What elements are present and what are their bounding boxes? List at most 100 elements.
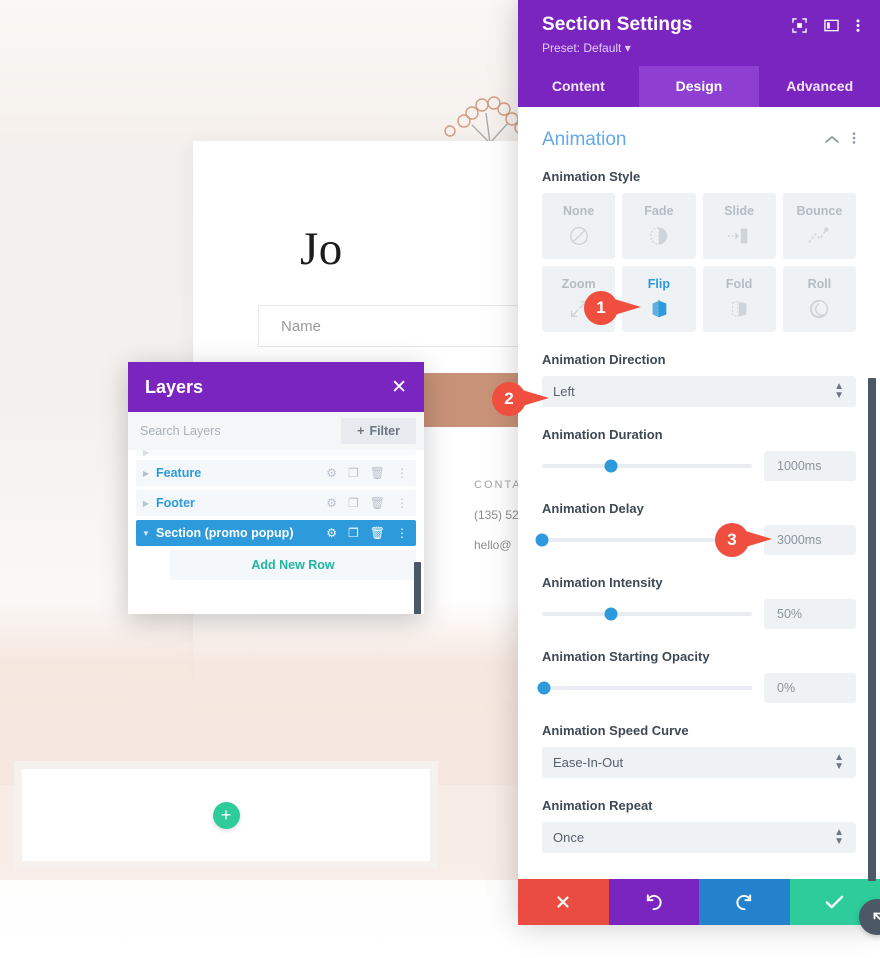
layer-row[interactable]: ▶ Feature ⚙ ❐ 🗑 ⋮ [136,460,416,486]
chevron-updown-icon: ▲ ▼ [834,827,844,847]
flip-icon [648,296,670,322]
section-title: Animation [542,129,627,150]
chevron-updown-icon: ▲ ▼ [834,381,844,401]
more-vertical-icon[interactable]: ⋮ [396,496,408,510]
filter-button[interactable]: + Filter [341,418,416,444]
layer-row-label: Feature [156,466,202,480]
animation-intensity-value[interactable]: 50% [764,599,856,629]
animation-speed-curve-value: Ease-In-Out [553,755,624,770]
fade-icon [648,223,670,249]
trash-icon[interactable]: 🗑 [370,496,385,510]
plus-icon[interactable]: + [212,801,240,829]
tab-design[interactable]: Design [638,66,760,107]
gear-icon[interactable]: ⚙ [326,466,337,480]
animation-intensity-row: 50% [542,599,856,629]
chevron-right-icon[interactable]: ▶ [136,469,156,478]
slide-icon [727,223,751,249]
close-icon[interactable]: ✕ [391,378,407,397]
slider-knob[interactable] [535,533,549,547]
search-input[interactable]: Search Layers [140,424,221,438]
animation-style-slide[interactable]: Slide [702,193,776,259]
layer-row-label: Section (promo popup) [156,526,294,540]
callout-number: 2 [492,382,526,416]
gear-icon[interactable]: ⚙ [326,526,337,540]
chevron-right-icon: ▶ [142,450,150,456]
chevron-up-icon[interactable] [825,131,839,149]
layers-panel-title: Layers [145,376,204,397]
chevron-down-icon[interactable]: ▼ [136,529,156,538]
layers-list: ▶ ▶ Feature ⚙ ❐ 🗑 ⋮ ▶ Footer ⚙ ❐ 🗑 ⋮ ▼ S… [128,450,424,614]
animation-direction-value: Left [553,384,575,399]
more-vertical-icon[interactable] [856,18,860,38]
animation-style-fold[interactable]: Fold [702,266,776,332]
animation-direction-select[interactable]: Left ▲ ▼ [542,376,856,407]
animation-speed-curve-select[interactable]: Ease-In-Out ▲ ▼ [542,747,856,778]
animation-style-label: Animation Style [542,169,641,184]
animation-repeat-label: Animation Repeat [542,798,653,813]
trash-icon[interactable]: 🗑 [370,466,385,480]
layer-row-selected[interactable]: ▼ Section (promo popup) ⚙ ❐ 🗑 ⋮ [136,520,416,546]
layers-panel-header: Layers ✕ [128,362,424,412]
animation-section-header: Animation [542,129,856,151]
layout-panel-icon[interactable] [824,18,839,38]
animation-style-fade[interactable]: Fade [622,193,696,259]
animation-starting-opacity-label: Animation Starting Opacity [542,649,710,664]
empty-row-placeholder[interactable]: + [14,761,438,869]
filter-button-label: Filter [369,424,400,438]
preset-label: Preset: Default [542,41,622,55]
layers-scrollbar[interactable] [414,562,421,614]
chevron-right-icon[interactable]: ▶ [136,499,156,508]
animation-repeat-select[interactable]: Once ▲ ▼ [542,822,856,853]
layer-row-partial: ▶ [136,450,416,456]
animation-duration-slider[interactable] [542,459,752,473]
tab-advanced[interactable]: Advanced [759,66,880,107]
cancel-button[interactable] [518,879,609,925]
duplicate-icon[interactable]: ❐ [348,526,359,540]
roll-icon [808,296,830,322]
settings-tabs: Content Design Advanced [518,66,880,107]
undo-button[interactable] [608,879,699,925]
settings-scrollbar[interactable] [868,378,876,881]
callout-3: 3 [715,523,773,557]
animation-delay-value[interactable]: 3000ms [764,525,856,555]
animation-style-none[interactable]: None [542,193,616,259]
name-input-placeholder: Name [281,317,322,335]
slider-knob[interactable] [604,459,618,473]
chevron-updown-icon: ▲ ▼ [834,752,844,772]
layers-search-bar: Search Layers + Filter [128,412,424,450]
layer-row[interactable]: ▶ Footer ⚙ ❐ 🗑 ⋮ [136,490,416,516]
animation-starting-opacity-slider[interactable] [537,681,752,695]
animation-starting-opacity-row: 0% [537,673,856,703]
more-vertical-icon[interactable] [852,131,856,150]
add-new-row-label: Add New Row [251,558,335,572]
redo-button[interactable] [699,879,790,925]
gear-icon[interactable]: ⚙ [326,496,337,510]
callout-1: 1 [584,291,642,325]
animation-style-roll[interactable]: Roll [782,266,856,332]
animation-style-bounce[interactable]: Bounce [782,193,856,259]
callout-2: 2 [492,382,550,416]
fold-icon [728,296,750,322]
duplicate-icon[interactable]: ❐ [348,496,359,510]
preset-selector[interactable]: Preset: Default ▾ [542,41,860,55]
layer-row-label: Footer [156,496,195,510]
tab-content[interactable]: Content [518,66,639,107]
slider-knob[interactable] [604,607,618,621]
animation-duration-value[interactable]: 1000ms [764,451,856,481]
animation-delay-label: Animation Delay [542,501,644,516]
animation-direction-label: Animation Direction [542,352,666,367]
focus-target-icon[interactable] [792,18,807,38]
more-vertical-icon[interactable]: ⋮ [396,466,408,480]
settings-action-bar [518,879,880,925]
slider-knob[interactable] [537,681,551,695]
duplicate-icon[interactable]: ❐ [348,466,359,480]
trash-icon[interactable]: 🗑 [370,526,385,540]
animation-duration-row: 1000ms [542,451,856,481]
plus-icon: + [357,424,365,438]
no-entry-icon [568,223,590,249]
animation-intensity-slider[interactable] [542,607,752,621]
add-new-row-button[interactable]: Add New Row [170,550,416,580]
settings-title: Section Settings [542,14,693,35]
more-vertical-icon[interactable]: ⋮ [396,526,408,540]
animation-starting-opacity-value[interactable]: 0% [764,673,856,703]
